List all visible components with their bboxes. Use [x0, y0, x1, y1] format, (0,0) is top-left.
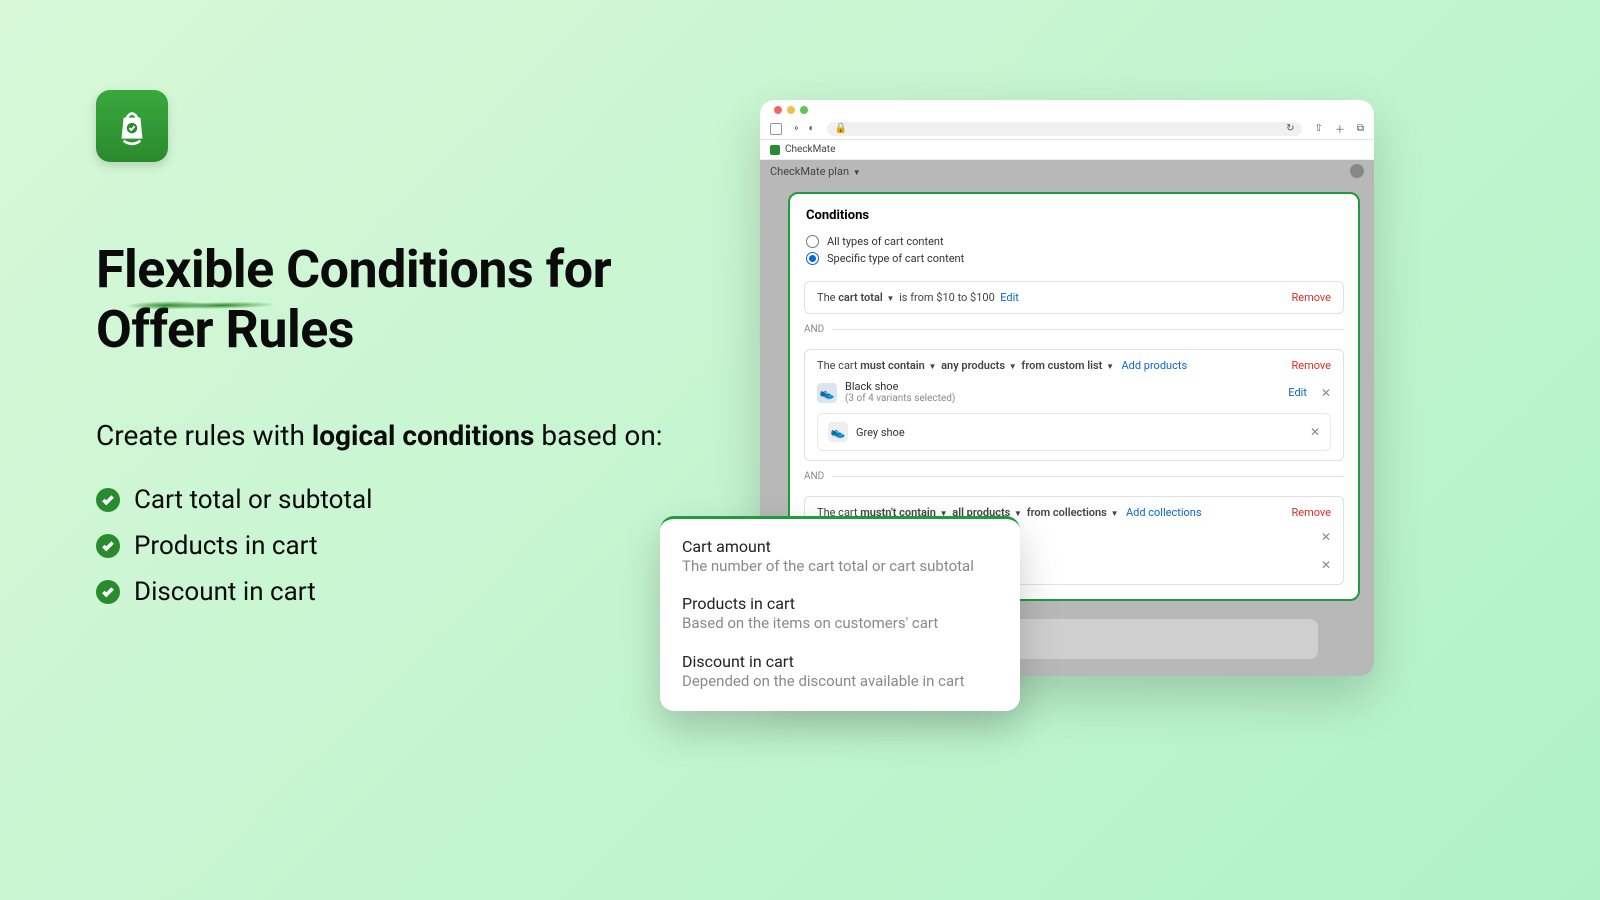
app-header: CheckMate: [760, 140, 1374, 160]
check-icon: [96, 534, 120, 558]
product-edit-link[interactable]: Edit: [1288, 386, 1307, 399]
subhead-bold: logical conditions: [312, 419, 535, 452]
cond-range-text: is from $10 to $100: [896, 291, 994, 304]
bullet-item: Products in cart: [96, 531, 676, 561]
popover-title: Cart amount: [682, 537, 998, 556]
bullet-label: Products in cart: [134, 531, 318, 561]
app-logo: [96, 90, 168, 162]
radio-label: All types of cart content: [827, 235, 944, 248]
from-collections-dropdown[interactable]: from collections ▼: [1027, 506, 1121, 519]
bullet-label: Discount in cart: [134, 577, 316, 607]
app-name-label: CheckMate: [785, 144, 835, 155]
new-tab-icon[interactable]: ＋: [1335, 121, 1345, 136]
check-icon: [96, 488, 120, 512]
browser-toolbar: ‹ › ◐ 🔒 ↻ ⇧ ＋ ⧉: [760, 118, 1374, 140]
refresh-icon[interactable]: ↻: [1286, 123, 1294, 134]
radio-label: Specific type of cart content: [827, 252, 964, 265]
popover-desc: The number of the cart total or cart sub…: [682, 556, 998, 576]
close-icon[interactable]: ✕: [1321, 558, 1331, 572]
remove-link[interactable]: Remove: [1291, 291, 1331, 304]
hero-title-highlight: Flexible: [96, 240, 274, 300]
minimize-window-dot[interactable]: [787, 106, 795, 114]
lock-icon: 🔒: [835, 123, 847, 134]
plan-dropdown[interactable]: CheckMate plan ▼: [770, 165, 863, 178]
share-icon[interactable]: ⇧: [1314, 123, 1322, 134]
hero-block: Flexible Conditions for Offer Rules Crea…: [96, 240, 676, 623]
product-name: Grey shoe: [856, 426, 1302, 439]
add-products-link[interactable]: Add products: [1121, 359, 1187, 372]
subhead-pre: Create rules with: [96, 419, 312, 452]
window-controls: [760, 100, 1374, 118]
radio-unchecked-icon: [806, 235, 819, 248]
app-mini-logo: [770, 145, 780, 155]
popover-item-products[interactable]: Products in cart Based on the items on c…: [682, 594, 998, 633]
radio-all-cart[interactable]: All types of cart content: [790, 233, 1358, 250]
shield-icon: ◐: [809, 123, 815, 134]
any-products-dropdown[interactable]: any products ▼: [941, 359, 1019, 372]
sidebar-icon[interactable]: [770, 123, 782, 135]
hero-title: Flexible Conditions for Offer Rules: [96, 240, 676, 360]
nav-back-forward[interactable]: ‹ ›: [794, 123, 797, 134]
close-icon[interactable]: ✕: [1321, 386, 1331, 400]
bullet-item: Discount in cart: [96, 577, 676, 607]
popover-desc: Depended on the discount available in ca…: [682, 671, 998, 691]
close-icon[interactable]: ✕: [1310, 425, 1320, 439]
from-custom-list-dropdown[interactable]: from custom list ▼: [1021, 359, 1116, 372]
product-row: 👟 Grey shoe ✕: [828, 422, 1320, 442]
remove-link[interactable]: Remove: [1291, 506, 1331, 519]
add-collections-link[interactable]: Add collections: [1126, 506, 1202, 519]
product-row: 👟 Black shoe(3 of 4 variants selected) E…: [817, 380, 1331, 405]
popover-title: Products in cart: [682, 594, 998, 613]
subhead-post: based on:: [534, 419, 662, 452]
popover-item-discount[interactable]: Discount in cart Depended on the discoun…: [682, 652, 998, 691]
maximize-window-dot[interactable]: [800, 106, 808, 114]
check-icon: [96, 580, 120, 604]
cart-total-dropdown[interactable]: cart total ▼: [838, 291, 896, 304]
cond-text: The: [817, 291, 838, 304]
condition-must-contain: The cart must contain ▼ any products ▼ f…: [804, 349, 1344, 461]
product-thumb: 👟: [817, 383, 837, 403]
close-icon[interactable]: ✕: [1321, 530, 1331, 544]
tabs-icon[interactable]: ⧉: [1357, 123, 1364, 134]
and-separator: AND: [804, 324, 1344, 335]
avatar-icon[interactable]: [1350, 164, 1364, 178]
panel-title: Conditions: [790, 208, 1358, 233]
address-bar[interactable]: 🔒 ↻: [827, 122, 1303, 136]
bullet-label: Cart total or subtotal: [134, 485, 372, 515]
close-window-dot[interactable]: [774, 106, 782, 114]
radio-specific-cart[interactable]: Specific type of cart content: [790, 250, 1358, 267]
conditions-popover: Cart amount The number of the cart total…: [660, 516, 1020, 711]
bag-check-icon: [111, 105, 153, 147]
edit-link[interactable]: Edit: [1000, 291, 1019, 304]
product-thumb: 👟: [828, 422, 848, 442]
popover-title: Discount in cart: [682, 652, 998, 671]
hero-bullet-list: Cart total or subtotal Products in cart …: [96, 485, 676, 607]
condition-cart-total: The cart total ▼ is from $10 to $100 Edi…: [804, 281, 1344, 314]
product-name: Black shoe: [845, 380, 1280, 393]
must-contain-dropdown[interactable]: must contain ▼: [860, 359, 938, 372]
bullet-item: Cart total or subtotal: [96, 485, 676, 515]
radio-checked-icon: [806, 252, 819, 265]
remove-link[interactable]: Remove: [1291, 359, 1331, 372]
product-variants: (3 of 4 variants selected): [845, 393, 1280, 405]
cond-text: The cart: [817, 359, 860, 372]
plan-bar: CheckMate plan ▼: [760, 160, 1374, 182]
popover-desc: Based on the items on customers' cart: [682, 613, 998, 633]
popover-item-cart-amount[interactable]: Cart amount The number of the cart total…: [682, 537, 998, 576]
and-separator: AND: [804, 471, 1344, 482]
hero-subhead: Create rules with logical conditions bas…: [96, 416, 676, 455]
